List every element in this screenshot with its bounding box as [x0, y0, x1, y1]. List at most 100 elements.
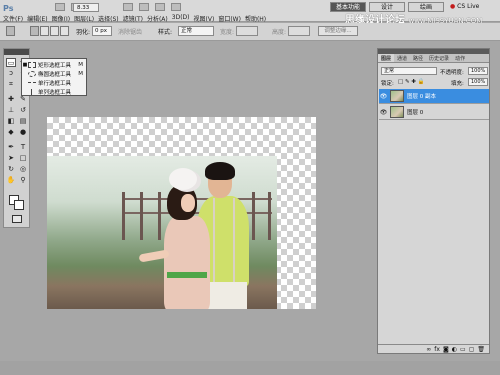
width-input[interactable] [236, 26, 258, 36]
clone-stamp-icon[interactable]: ⊥ [6, 106, 16, 115]
menu-layer[interactable]: 图层(L) [74, 14, 94, 23]
flyout-item-label: 单行选框工具 [38, 80, 72, 87]
height-label: 高度: [272, 29, 287, 36]
fill-input[interactable]: 100% [468, 78, 488, 86]
menu-filter[interactable]: 滤镜(T) [123, 14, 143, 23]
lock-label: 锁定: [381, 81, 394, 87]
flyout-item-row-marquee[interactable]: 单行选框工具 [22, 78, 86, 87]
feather-label: 羽化: [76, 29, 91, 36]
ellipse-marquee-icon [28, 70, 36, 77]
new-group-icon[interactable]: ▭ [460, 346, 466, 353]
panel-tabs: 图层 通道 路径 历史记录 动作 [378, 54, 489, 63]
healing-brush-icon[interactable]: ✚ [6, 95, 16, 104]
layer-row[interactable]: 👁 图层 0 副本 [379, 89, 489, 104]
woman-figure [164, 216, 210, 309]
link-layers-icon[interactable]: ∞ [426, 346, 431, 353]
menu-file[interactable]: 文件(F) [3, 14, 23, 23]
dodge-tool-icon[interactable]: ● [18, 128, 28, 137]
tab-paths[interactable]: 路径 [410, 54, 426, 62]
menu-select[interactable]: 选择(S) [98, 14, 119, 23]
hand-tool-icon[interactable]: ✋ [6, 176, 16, 185]
toolbox-header[interactable] [4, 49, 29, 55]
flyout-item-column-marquee[interactable]: 单列选框工具 [22, 87, 86, 96]
eye-icon[interactable]: 👁 [379, 109, 388, 116]
path-selection-icon[interactable]: ➤ [6, 154, 16, 163]
menu-3d[interactable]: 3D(D) [172, 14, 190, 23]
flyout-item-label: 椭圆选框工具 [38, 71, 72, 78]
cs-live-label: CS Live [457, 3, 480, 10]
add-selection-icon[interactable] [40, 26, 49, 36]
menu-edit[interactable]: 编辑(E) [27, 14, 47, 23]
rect-marquee-icon [28, 61, 36, 68]
menu-help[interactable]: 帮助(H) [245, 14, 266, 23]
style-select[interactable]: 正常 [178, 26, 214, 36]
height-input[interactable] [288, 26, 310, 36]
layer-thumbnail [390, 106, 404, 118]
style-label: 样式: [158, 29, 173, 36]
single-row-marquee-icon [28, 81, 36, 84]
menu-image[interactable]: 图像(I) [52, 14, 70, 23]
flyout-item-ellipse-marquee[interactable]: 椭圆选框工具 M [22, 69, 86, 78]
brush-tool-icon[interactable]: ✎ [18, 95, 28, 104]
quick-mask-icon[interactable] [12, 215, 22, 223]
wedding-photo[interactable] [47, 156, 277, 309]
tab-history[interactable]: 历史记录 [426, 54, 452, 62]
menu-window[interactable]: 窗口(W) [218, 14, 241, 23]
adjustment-layer-icon[interactable]: ◐ [452, 346, 457, 353]
shape-tool-icon[interactable]: □ [18, 154, 28, 163]
eraser-icon[interactable]: ◧ [6, 117, 16, 126]
fill-label: 填充: [451, 81, 464, 87]
width-label: 宽度: [220, 29, 235, 36]
flyout-item-shortcut: M [78, 70, 83, 77]
intersect-selection-icon[interactable] [60, 26, 69, 36]
layer-row[interactable]: 👁 图层 0 [379, 105, 489, 120]
zoom-level[interactable]: 8.33 [73, 3, 99, 12]
marquee-tool-flyout: ■ 矩形选框工具 M 椭圆选框工具 M 单行选框工具 单列选框工具 [21, 58, 87, 96]
marquee-tool-icon[interactable]: ▭ [6, 58, 16, 67]
menu-analysis[interactable]: 分析(A) [147, 14, 168, 23]
delete-layer-icon[interactable]: 🗑 [477, 346, 485, 353]
tab-layers[interactable]: 图层 [378, 54, 395, 62]
layer-mask-icon[interactable]: ◙ [443, 346, 449, 353]
layer-name: 图层 0 [407, 110, 424, 116]
opacity-input[interactable]: 100% [468, 67, 488, 75]
flyout-item-label: 矩形选框工具 [38, 62, 72, 69]
flyout-item-label: 单列选框工具 [38, 89, 72, 96]
flyout-item-rect-marquee[interactable]: ■ 矩形选框工具 M [22, 60, 86, 69]
3d-orbit-icon[interactable]: ◎ [18, 165, 28, 174]
subtract-selection-icon[interactable] [50, 26, 59, 36]
arrange-documents-icon[interactable] [171, 3, 181, 11]
screen-mode-icon[interactable] [155, 3, 165, 11]
options-bar: 羽化: 0 px 消除锯齿 样式: 正常 宽度: 高度: 调整边缘... [0, 23, 500, 41]
pen-tool-icon[interactable]: ✒ [6, 143, 16, 152]
3d-rotate-icon[interactable]: ↻ [6, 165, 16, 174]
antialias-checkbox[interactable]: 消除锯齿 [118, 27, 142, 36]
eye-icon[interactable]: 👁 [379, 93, 388, 100]
hand-tool-icon[interactable] [139, 3, 149, 11]
menu-bar: Ps 8.33 文件(F) 编辑(E) 图像(I) 图层(L) 选择(S) 滤镜… [0, 0, 500, 26]
new-layer-icon[interactable]: ▢ [469, 346, 475, 353]
gradient-tool-icon[interactable]: ▤ [18, 117, 28, 126]
refine-edge-button[interactable]: 调整边缘... [318, 26, 358, 36]
menu-items: 文件(F) 编辑(E) 图像(I) 图层(L) 选择(S) 滤镜(T) 分析(A… [3, 14, 266, 23]
tab-channels[interactable]: 通道 [394, 54, 410, 62]
layer-name: 图层 0 副本 [407, 94, 436, 100]
background-color-swatch[interactable] [14, 200, 24, 210]
bridge-icon[interactable] [55, 3, 65, 11]
history-brush-icon[interactable]: ↺ [18, 106, 28, 115]
zoom-tool-icon[interactable]: ⚲ [18, 176, 28, 185]
extras-icon[interactable] [123, 3, 133, 11]
layer-style-icon[interactable]: fx [434, 346, 440, 353]
new-selection-icon[interactable] [30, 26, 39, 36]
menu-view[interactable]: 视图(V) [194, 14, 215, 23]
layers-panel-footer: ∞ fx ◙ ◐ ▭ ▢ 🗑 [378, 344, 489, 353]
type-tool-icon[interactable]: T [18, 143, 28, 152]
blend-mode-select[interactable]: 正常 [381, 67, 437, 75]
crop-tool-icon[interactable]: ⌗ [6, 80, 16, 89]
blur-tool-icon[interactable]: ◆ [6, 128, 16, 137]
lasso-tool-icon[interactable]: ↄ [6, 69, 16, 78]
lock-icons[interactable]: □ ✎ ✚ 🔒 [398, 79, 425, 88]
tab-actions[interactable]: 动作 [452, 54, 468, 62]
tool-preset-picker[interactable] [6, 26, 15, 36]
feather-input[interactable]: 0 px [92, 26, 112, 36]
